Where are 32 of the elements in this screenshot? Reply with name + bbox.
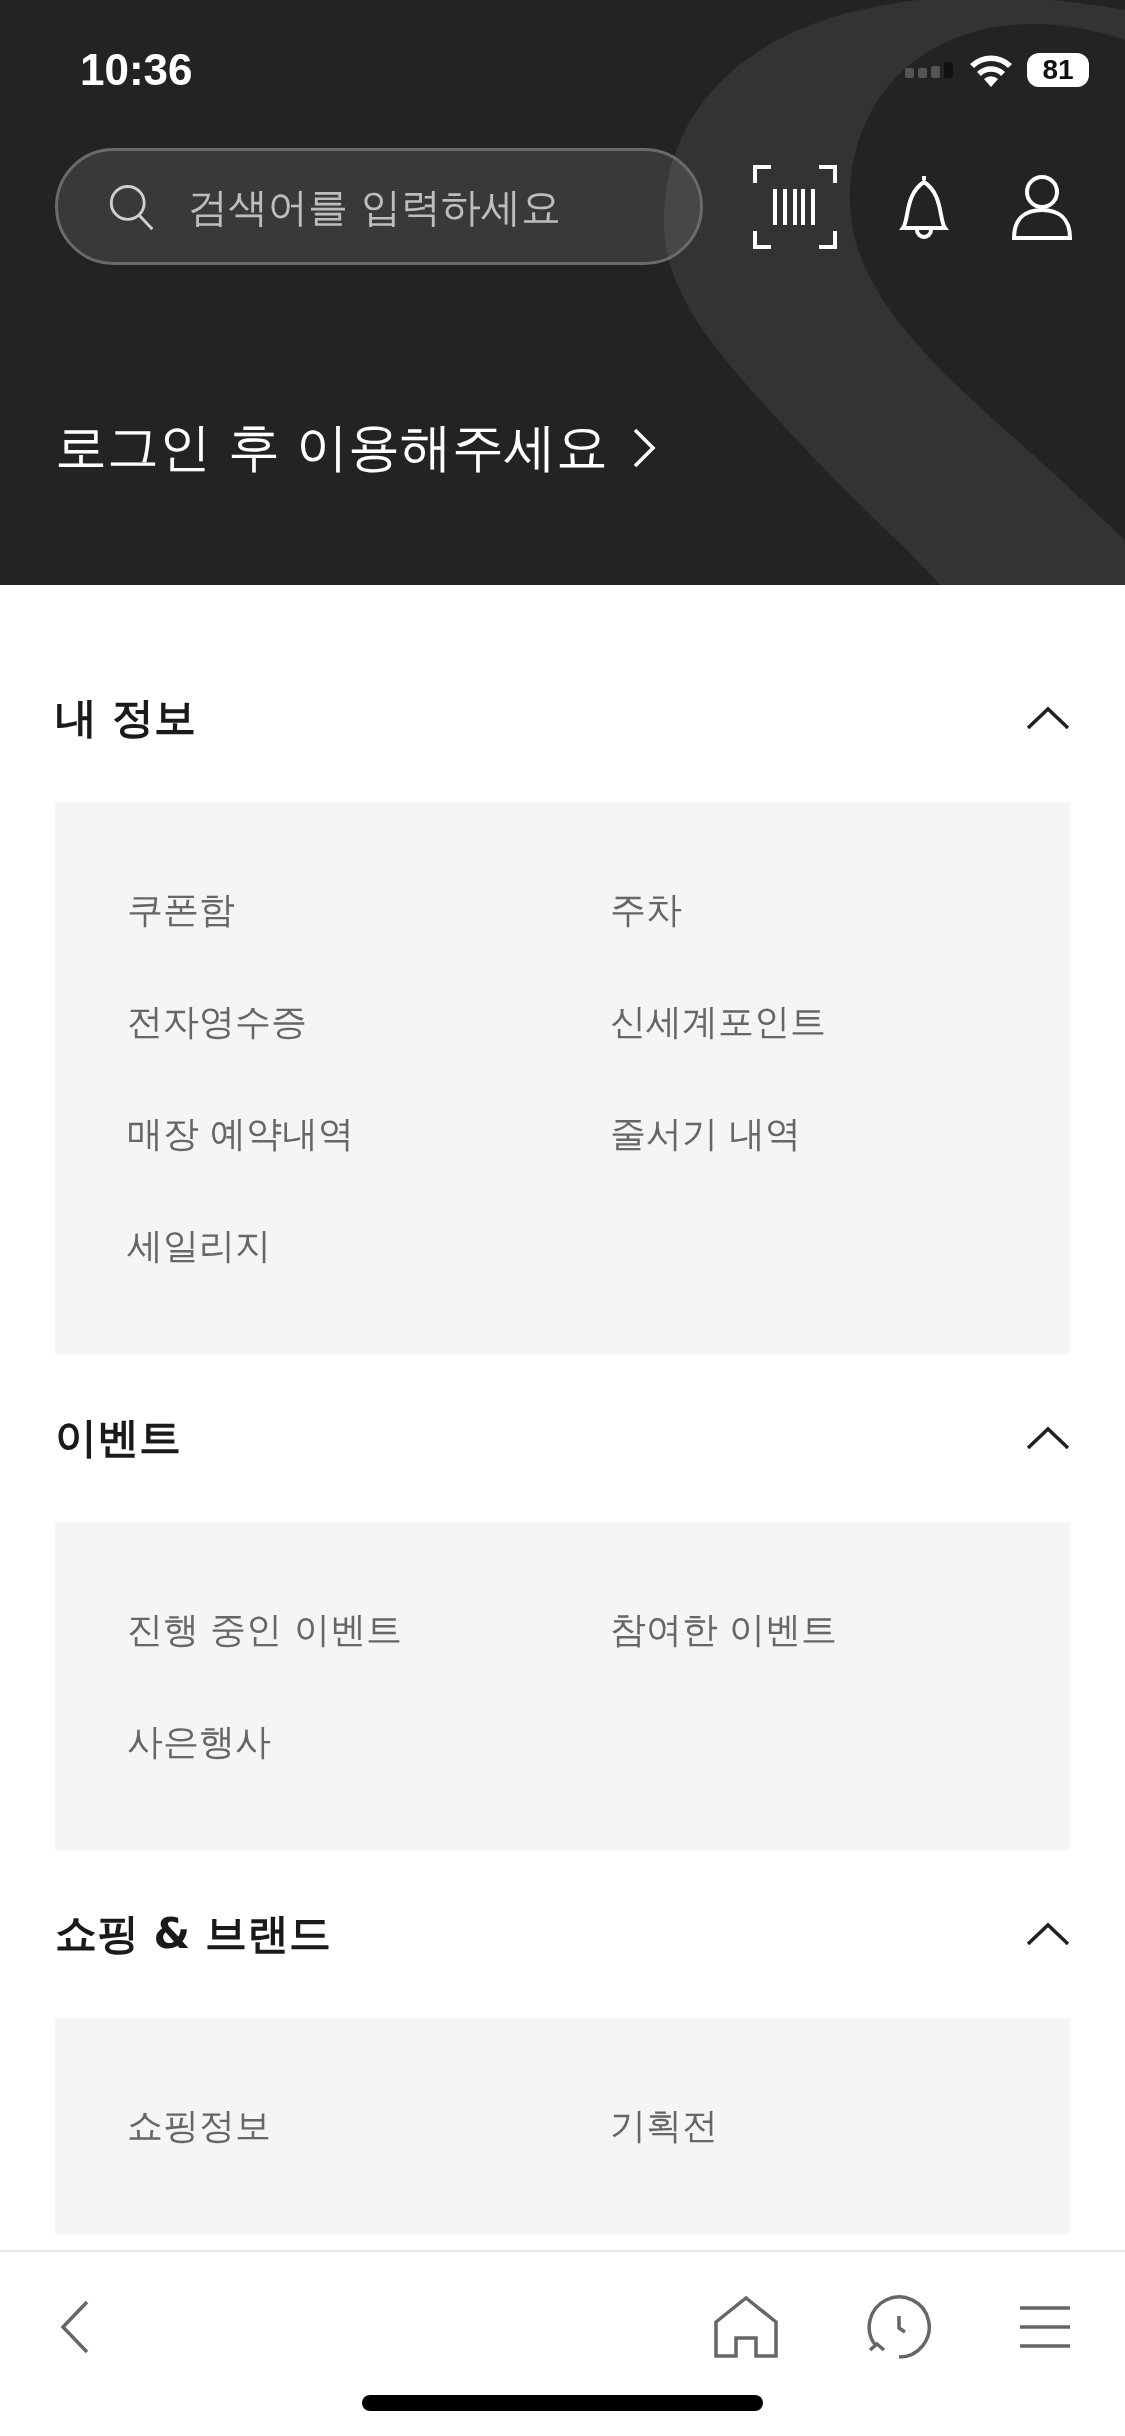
login-link[interactable]: 로그인 후 이용해주세요 xyxy=(55,413,1125,483)
section-title: 내 정보 xyxy=(55,692,196,744)
chevron-right-icon xyxy=(632,427,657,469)
menu-item[interactable]: 진행 중인 이벤트 xyxy=(127,1605,402,1655)
signal-icon xyxy=(905,60,955,80)
menu-icon[interactable] xyxy=(1020,2306,1070,2348)
menu-item[interactable]: 매장 예약내역 xyxy=(127,1109,355,1159)
chevron-up-icon[interactable] xyxy=(1026,706,1070,730)
menu-item[interactable]: 전자영수증 xyxy=(127,997,307,1047)
barcode-scan-icon[interactable] xyxy=(753,164,837,249)
search-bar[interactable]: 검색어를 입력하세요 xyxy=(55,148,703,265)
menu-item[interactable]: 쿠폰함 xyxy=(127,885,235,935)
menu-item[interactable]: 쇼핑정보 xyxy=(127,2101,271,2151)
menu-item[interactable]: 줄서기 내역 xyxy=(610,1109,802,1159)
menu-item[interactable]: 세일리지 xyxy=(127,1221,271,1271)
status-time: 10:36 xyxy=(80,45,193,95)
back-icon[interactable] xyxy=(60,2300,90,2354)
user-icon[interactable] xyxy=(1011,173,1073,240)
section-title: 이벤트 xyxy=(55,1412,181,1464)
chevron-up-icon[interactable] xyxy=(1026,1426,1070,1450)
menu-item[interactable]: 참여한 이벤트 xyxy=(610,1605,838,1655)
history-icon[interactable] xyxy=(866,2294,932,2360)
menu-item[interactable]: 주차 xyxy=(610,885,682,935)
chevron-up-icon[interactable] xyxy=(1026,1922,1070,1946)
battery-level: 81 xyxy=(1027,53,1089,87)
menu-item[interactable]: 사은행사 xyxy=(127,1717,271,1767)
search-input[interactable]: 검색어를 입력하세요 xyxy=(186,182,650,231)
menu-item[interactable]: 기획전 xyxy=(610,2101,718,2151)
wifi-icon xyxy=(969,53,1013,87)
home-icon[interactable] xyxy=(714,2296,778,2358)
section-title: 쇼핑 & 브랜드 xyxy=(55,1908,331,1960)
menu-item[interactable]: 신세계포인트 xyxy=(610,997,826,1047)
